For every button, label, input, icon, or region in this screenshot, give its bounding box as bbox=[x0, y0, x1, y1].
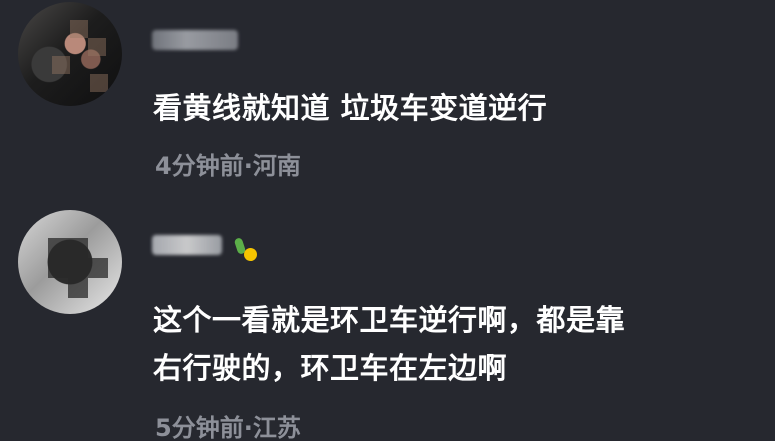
comment-text-line-1: 这个一看就是环卫车逆行啊，都是靠 bbox=[153, 303, 626, 337]
comment-meta: 5分钟前·江苏 bbox=[155, 414, 301, 441]
avatar-mosaic-block bbox=[68, 238, 88, 258]
avatar-mosaic-block bbox=[88, 258, 108, 278]
avatar-mosaic-block bbox=[68, 258, 88, 278]
avatar-mosaic-block bbox=[52, 56, 70, 74]
sun-icon bbox=[244, 248, 257, 261]
username-blurred[interactable] bbox=[152, 235, 222, 255]
username-blurred[interactable] bbox=[152, 30, 238, 50]
comment-text-line-2: 右行驶的，环卫车在左边啊 bbox=[153, 351, 508, 385]
user-avatar[interactable] bbox=[18, 2, 122, 106]
comment-meta: 4分钟前·河南 bbox=[155, 152, 301, 180]
comment-text: 看黄线就知道 垃圾车变道逆行 bbox=[153, 91, 548, 125]
leaf-sun-badge-icon bbox=[233, 237, 260, 264]
avatar-mosaic-block bbox=[48, 238, 68, 258]
avatar-mosaic-block bbox=[70, 20, 88, 38]
avatar-mosaic-block bbox=[48, 258, 68, 278]
comment-list: 看黄线就知道 垃圾车变道逆行 4分钟前·河南 这个一看就是环卫车逆行啊，都是靠 … bbox=[0, 0, 775, 441]
avatar-mosaic-block bbox=[90, 74, 108, 92]
user-avatar[interactable] bbox=[18, 210, 122, 314]
comment-text: 这个一看就是环卫车逆行啊，都是靠 右行驶的，环卫车在左边啊 bbox=[153, 296, 625, 392]
avatar-mosaic-block bbox=[68, 278, 88, 298]
avatar-mosaic-block bbox=[88, 38, 106, 56]
